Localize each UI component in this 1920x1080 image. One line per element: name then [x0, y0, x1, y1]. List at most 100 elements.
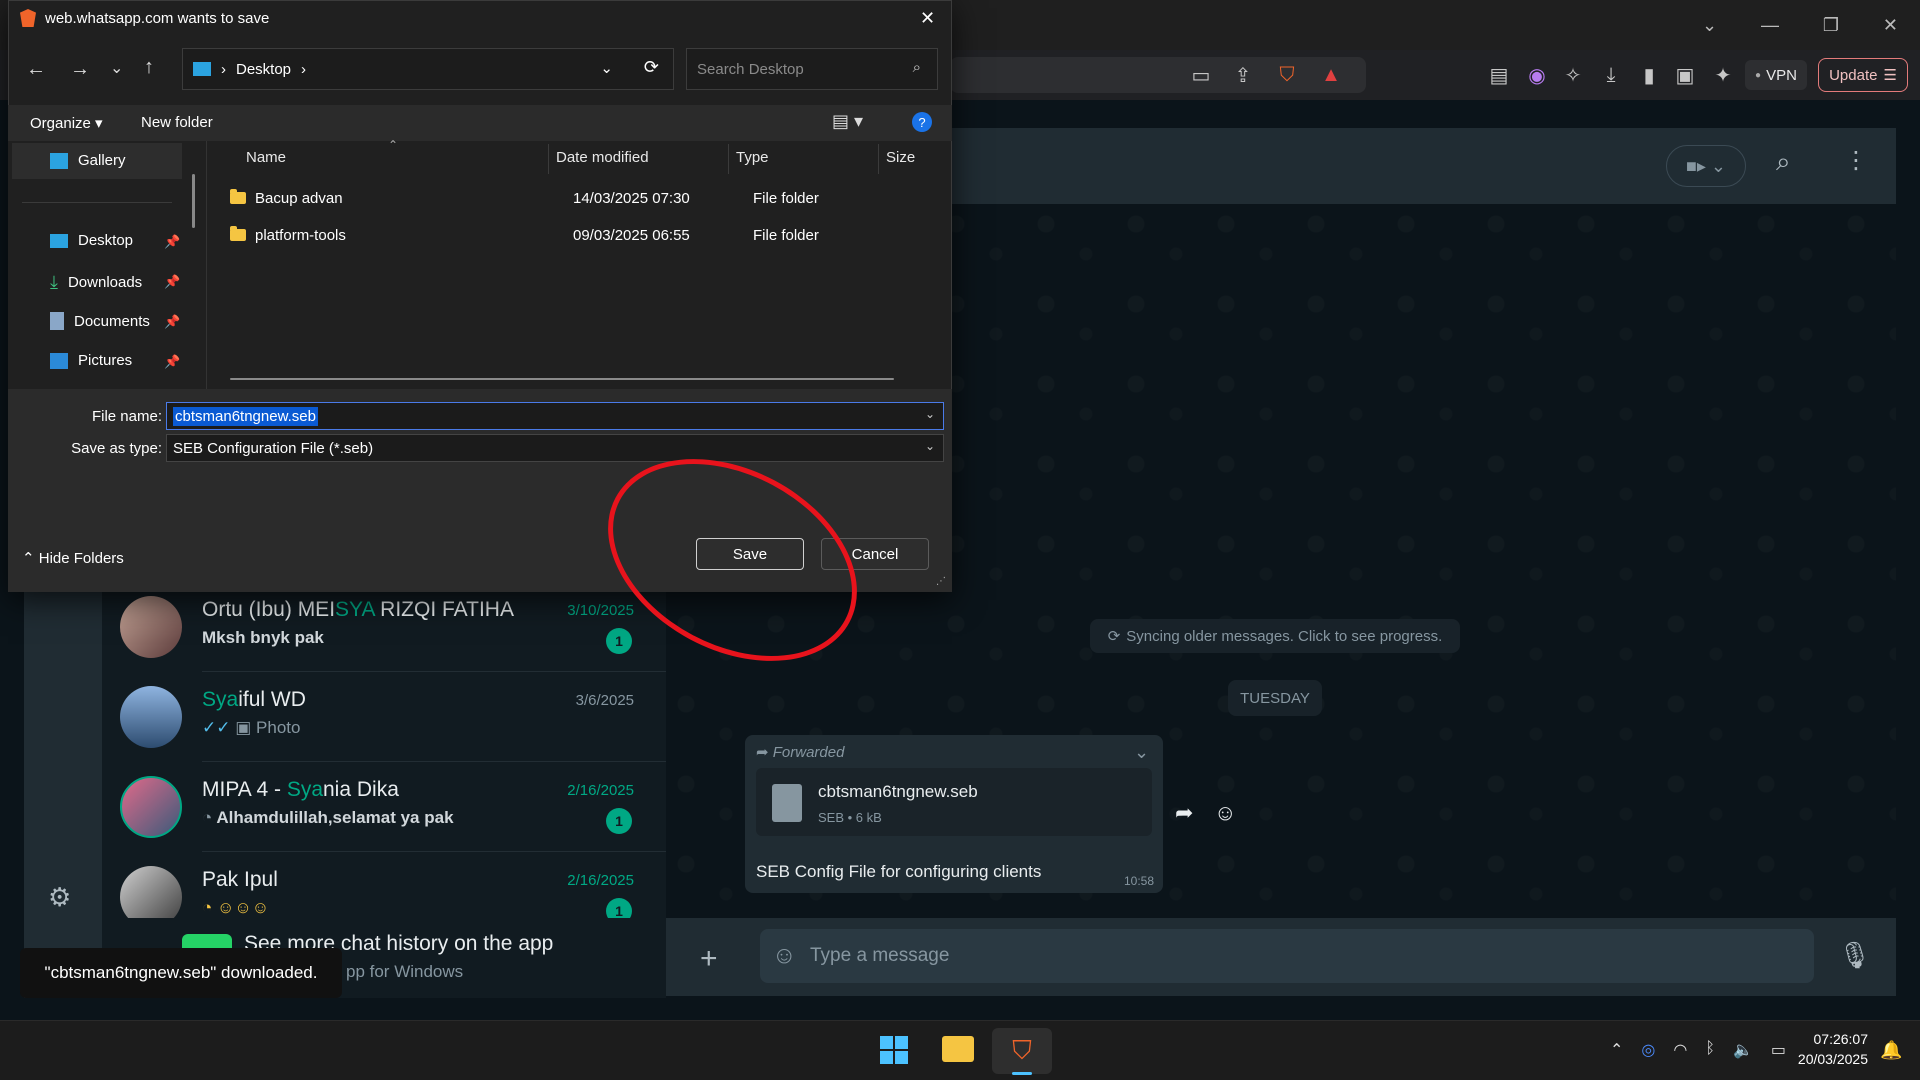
forward-icon: ➦	[756, 744, 769, 761]
file-attachment[interactable]: cbtsman6tngnew.seb SEB • 6 kB	[756, 768, 1152, 836]
close-window-button[interactable]: ✕	[1883, 15, 1898, 36]
horizontal-scrollbar[interactable]	[230, 378, 894, 380]
brave-rewards-icon[interactable]: ▲	[1316, 60, 1346, 90]
sync-notice[interactable]: ⟳ Syncing older messages. Click to see p…	[1090, 619, 1460, 653]
pin-icon[interactable]: 📌	[164, 234, 180, 250]
address-dropdown-icon[interactable]: ⌄	[600, 59, 613, 77]
up-arrow-icon[interactable]: ↑	[144, 56, 154, 79]
emoji-react-icon[interactable]: ☺	[1214, 800, 1236, 826]
sync-tray-icon[interactable]: ◎	[1641, 1040, 1655, 1060]
tray-chevron-icon[interactable]: ⌃	[1610, 1040, 1623, 1060]
nav-downloads[interactable]: ⤓ Downloads	[50, 272, 142, 293]
minimize-button[interactable]: —	[1761, 15, 1779, 36]
message-input[interactable]: Type a message	[760, 929, 1814, 983]
column-type[interactable]: Type	[736, 149, 769, 166]
settings-gear-icon[interactable]: ⚙	[48, 882, 71, 913]
attach-plus-icon[interactable]: +	[700, 942, 718, 976]
file-row[interactable]: Bacup advan 14/03/2025 07:30 File folder	[230, 183, 930, 213]
chat-list-item[interactable]: Ortu (Ibu) MEISYA RIZQI FATIHA Mksh bnyk…	[102, 582, 666, 672]
chat-list-item[interactable]: Pak Ipul ◔ ☺☺☺ 2/16/2025 1	[102, 852, 666, 918]
address-bar[interactable]	[950, 57, 1366, 93]
vpn-label: VPN	[1766, 66, 1797, 84]
vpn-button[interactable]: ● VPN	[1745, 60, 1807, 90]
dialog-close-icon[interactable]: ✕	[920, 8, 935, 29]
brave-taskbar-icon[interactable]: ⛉	[992, 1028, 1052, 1074]
wifi-icon[interactable]: ◠	[1673, 1040, 1687, 1060]
column-date-modified[interactable]: Date modified	[556, 149, 649, 166]
nav-gallery[interactable]: Gallery	[50, 152, 126, 169]
bluetooth-icon[interactable]: ᛒ	[1705, 1040, 1715, 1060]
file-row[interactable]: platform-tools 09/03/2025 06:55 File fol…	[230, 220, 930, 250]
column-size[interactable]: Size	[886, 149, 915, 166]
maximize-button[interactable]: ❐	[1823, 15, 1839, 36]
pin-icon[interactable]: 📌	[164, 314, 180, 330]
file-name-label: File name:	[91, 408, 162, 425]
pin-icon[interactable]: 📌	[164, 274, 180, 290]
back-arrow-icon[interactable]: ←	[26, 58, 46, 81]
more-options-icon[interactable]: ⋮	[1844, 146, 1868, 175]
sidebar-icon[interactable]: ▮	[1634, 60, 1664, 90]
chat-list-item[interactable]: MIPA 4 - Syania Dika ◔ Alhamdulillah,sel…	[102, 762, 666, 852]
nav-desktop[interactable]: Desktop	[50, 232, 133, 249]
nav-scrollbar[interactable]	[192, 174, 195, 228]
sync-icon: ⟳	[1107, 628, 1121, 645]
wallet-icon[interactable]: ▣	[1670, 60, 1700, 90]
file-date: 09/03/2025 06:55	[573, 226, 690, 244]
new-folder-button[interactable]: New folder	[141, 114, 213, 131]
system-tray[interactable]: ⌃ ◎ ◠ ᛒ 🔈 ▭	[1610, 1040, 1786, 1060]
chat-list-item[interactable]: Syaiful WD ✓✓ ▣ Photo 3/6/2025	[102, 672, 666, 762]
recent-locations-chevron-icon[interactable]: ⌄	[110, 58, 123, 78]
clock[interactable]: 07:26:07 20/03/2025	[1798, 1029, 1868, 1069]
forward-arrow-icon[interactable]: →	[70, 58, 90, 81]
file-name-input[interactable]: cbtsman6tngnew.seb ⌄	[166, 402, 944, 430]
nav-divider	[22, 202, 172, 203]
column-divider[interactable]	[728, 144, 729, 174]
video-call-button[interactable]: ■▸ ⌄	[1666, 145, 1746, 187]
update-button[interactable]: Update ☰	[1818, 58, 1908, 92]
wallet-signal-icon[interactable]: ◉	[1522, 60, 1552, 90]
tab-list-chevron-icon[interactable]: ⌄	[1702, 15, 1717, 36]
file-explorer-icon[interactable]	[942, 1036, 974, 1062]
column-divider[interactable]	[878, 144, 879, 174]
nav-pictures[interactable]: Pictures	[50, 352, 132, 369]
help-icon[interactable]: ?	[912, 112, 932, 132]
breadcrumb-desktop[interactable]: Desktop	[236, 61, 291, 78]
column-name[interactable]: Name	[246, 149, 286, 166]
chevron-up-icon: ⌃	[22, 550, 35, 567]
hide-folders-button[interactable]: ⌃ Hide Folders	[22, 549, 124, 567]
resize-grip-icon[interactable]: ⋰	[936, 576, 946, 587]
sticker-icon[interactable]: ☺	[772, 942, 797, 970]
active-app-indicator	[1012, 1072, 1032, 1075]
brave-shields-icon[interactable]: ⛉	[1272, 60, 1302, 90]
microphone-icon[interactable]: 🎙	[1838, 940, 1871, 971]
view-options-icon[interactable]: ▤ ▾	[832, 111, 863, 132]
start-button[interactable]	[880, 1036, 908, 1064]
search-desktop-input[interactable]: Search Desktop ⌕	[686, 48, 938, 90]
cast-icon[interactable]: ▭	[1186, 60, 1216, 90]
notifications-icon[interactable]: 🔔	[1880, 1040, 1902, 1061]
chat-date: 3/6/2025	[575, 692, 634, 709]
menu-icon: ☰	[1883, 67, 1897, 84]
file-name-dropdown-icon[interactable]: ⌄	[925, 407, 935, 421]
share-icon[interactable]: ⇪	[1228, 60, 1258, 90]
downloads-icon[interactable]: ⤓	[1596, 60, 1626, 90]
reader-icon[interactable]: ▤	[1484, 60, 1514, 90]
volume-icon[interactable]: 🔈	[1733, 1040, 1753, 1060]
pane-divider[interactable]	[206, 141, 207, 389]
pin-icon[interactable]: 📌	[164, 354, 180, 370]
chat-date: 3/10/2025	[567, 602, 634, 619]
message-menu-chevron-icon[interactable]: ⌄	[1134, 742, 1149, 763]
save-as-type-select[interactable]: SEB Configuration File (*.seb) ⌄	[166, 434, 944, 462]
leo-ai-icon[interactable]: ✦	[1708, 60, 1738, 90]
save-type-dropdown-icon[interactable]: ⌄	[925, 439, 935, 453]
nav-documents[interactable]: Documents	[50, 312, 150, 330]
battery-icon[interactable]: ▭	[1771, 1040, 1786, 1060]
refresh-icon[interactable]: ⟳	[644, 57, 659, 78]
search-icon[interactable]: ⌕	[1776, 146, 1791, 178]
file-name: platform-tools	[255, 226, 346, 244]
column-divider[interactable]	[548, 144, 549, 174]
organize-button[interactable]: Organize ▾	[30, 114, 103, 132]
address-breadcrumb[interactable]: › Desktop › ⌄ ⟳	[182, 48, 674, 90]
forward-message-icon[interactable]: ➦	[1175, 800, 1193, 826]
extensions-icon[interactable]: ✧	[1558, 60, 1588, 90]
